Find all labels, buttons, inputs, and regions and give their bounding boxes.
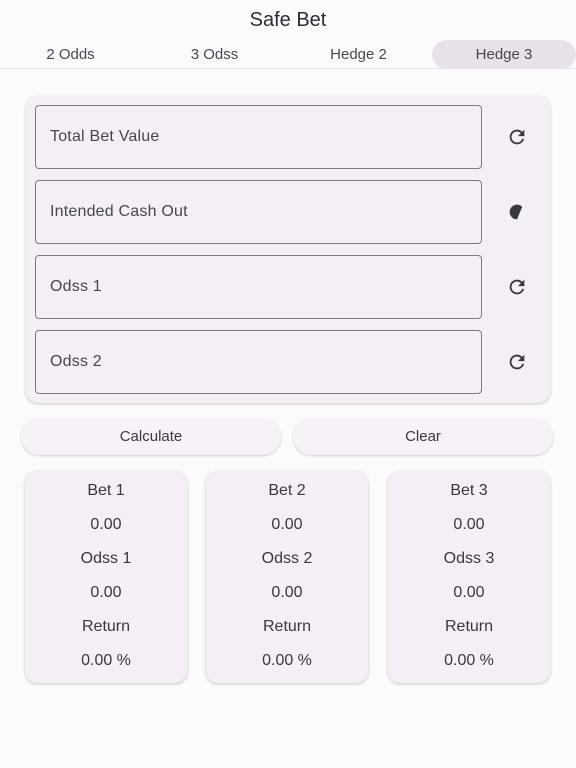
return-value: 0.00 % xyxy=(262,652,312,669)
return-value: 0.00 % xyxy=(444,652,494,669)
field-placeholder: Intended Cash Out xyxy=(50,203,188,220)
odds-1-row: Odss 1 xyxy=(35,255,541,319)
refresh-icon xyxy=(509,204,523,220)
result-card-bet-1: Bet 1 0.00 Odss 1 0.00 Return 0.00 % xyxy=(25,471,187,683)
tab-hedge-2[interactable]: Hedge 2 xyxy=(288,40,429,69)
reset-cash-out-button[interactable] xyxy=(503,198,531,226)
reset-odds-2-button[interactable] xyxy=(503,348,531,376)
result-card-bet-2: Bet 2 0.00 Odss 2 0.00 Return 0.00 % xyxy=(206,471,368,683)
odds-2-row: Odss 2 xyxy=(35,330,541,394)
button-label: Clear xyxy=(405,428,441,445)
field-placeholder: Total Bet Value xyxy=(50,128,160,145)
bet-value: 0.00 xyxy=(90,516,122,533)
tab-label: Hedge 3 xyxy=(475,46,533,63)
odds-label: Odss 1 xyxy=(80,550,132,567)
result-card-bet-3: Bet 3 0.00 Odss 3 0.00 Return 0.00 % xyxy=(388,471,550,683)
odds-value: 0.00 xyxy=(271,584,303,601)
return-label: Return xyxy=(262,618,312,635)
odds-label: Odss 3 xyxy=(443,550,495,567)
reset-total-bet-button[interactable] xyxy=(503,123,531,151)
reset-odds-1-button[interactable] xyxy=(503,273,531,301)
app-title: Safe Bet xyxy=(249,8,327,31)
bet-value: 0.00 xyxy=(453,516,485,533)
odds-value: 0.00 xyxy=(453,584,485,601)
bet-label: Bet 1 xyxy=(87,482,125,499)
return-label: Return xyxy=(81,618,131,635)
bet-value: 0.00 xyxy=(271,516,303,533)
return-label: Return xyxy=(444,618,494,635)
refresh-icon xyxy=(509,279,525,295)
tab-2-odds[interactable]: 2 Odds xyxy=(0,40,141,69)
clear-button[interactable]: Clear xyxy=(293,418,553,455)
refresh-icon xyxy=(509,354,525,370)
tab-hedge-3[interactable]: Hedge 3 xyxy=(432,40,576,69)
tab-label: Hedge 2 xyxy=(330,46,387,63)
tab-label: 2 Odds xyxy=(46,46,95,63)
total-bet-value-field[interactable]: Total Bet Value xyxy=(35,105,482,169)
tab-label: 3 Odss xyxy=(190,46,239,63)
field-placeholder: Odss 2 xyxy=(50,353,102,370)
total-bet-row: Total Bet Value xyxy=(35,105,541,169)
button-label: Calculate xyxy=(119,428,183,445)
odds-label: Odss 2 xyxy=(261,550,313,567)
app-bar: Safe Bet xyxy=(0,0,576,40)
odds-2-field[interactable]: Odss 2 xyxy=(35,330,482,394)
bet-label: Bet 3 xyxy=(450,482,488,499)
field-placeholder: Odss 1 xyxy=(50,278,102,295)
input-card: Total Bet Value Intended Cash Out Odss 1… xyxy=(26,96,550,403)
cash-out-row: Intended Cash Out xyxy=(35,180,541,244)
refresh-icon xyxy=(509,129,525,145)
odds-1-field[interactable]: Odss 1 xyxy=(35,255,482,319)
tab-bar: 2 Odds 3 Odss Hedge 2 Hedge 3 xyxy=(0,40,576,69)
intended-cash-out-field[interactable]: Intended Cash Out xyxy=(35,180,482,244)
calculate-button[interactable]: Calculate xyxy=(21,418,281,455)
tab-3-odds[interactable]: 3 Odss xyxy=(144,40,285,69)
odds-value: 0.00 xyxy=(90,584,122,601)
return-value: 0.00 % xyxy=(81,652,131,669)
bet-label: Bet 2 xyxy=(268,482,306,499)
